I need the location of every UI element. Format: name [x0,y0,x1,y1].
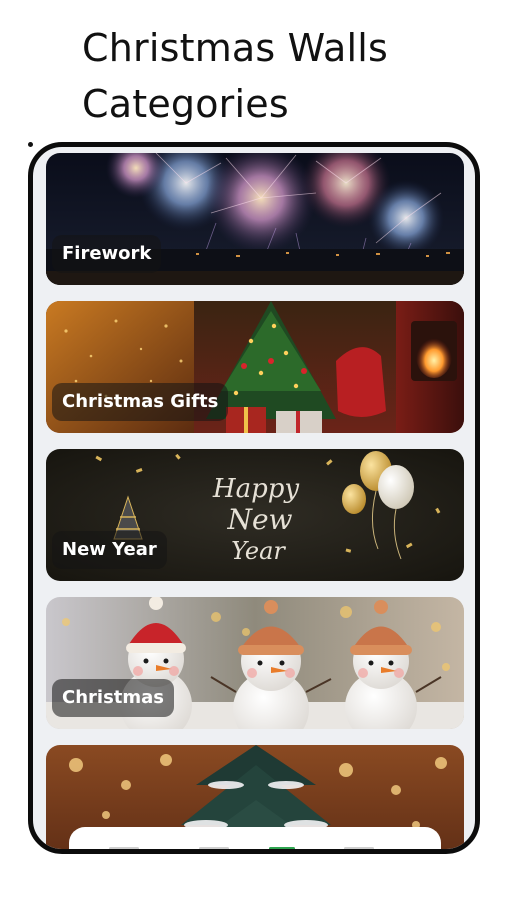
art-text-happy: Happy [212,474,299,504]
decorative-dot [28,142,33,147]
category-label: Christmas [52,679,175,717]
page-headline: Christmas Walls Categories [82,26,389,126]
art-text-year: Year [231,537,286,565]
category-label: Firework [52,235,162,273]
art-text-new: New [226,503,292,536]
category-label: Christmas Gifts [52,383,229,421]
nav-indicator [109,847,139,849]
phone-frame: Firework Christmas Gifts Happy New Year … [28,142,480,854]
nav-indicator-active [269,847,295,849]
category-card-firework[interactable]: Firework [46,153,464,285]
category-card-christmas-gifts[interactable]: Christmas Gifts [46,301,464,433]
category-card-new-year[interactable]: Happy New Year New Year [46,449,464,581]
category-card-christmas[interactable]: Christmas [46,597,464,729]
bottom-navigation-bar[interactable] [69,827,441,849]
nav-indicator [199,847,229,849]
nav-indicator [344,847,374,849]
category-label: New Year [52,531,167,569]
